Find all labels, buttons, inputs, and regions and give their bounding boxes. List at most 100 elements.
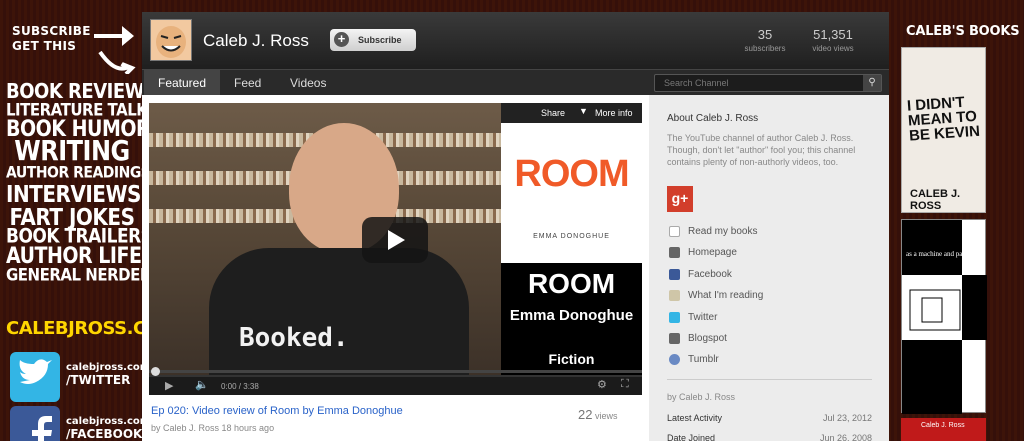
book-cover-kevin[interactable]: I DIDN'T MEAN TO BE KEVIN CALEB J. ROSS	[901, 47, 986, 213]
book-cover: ROOM EMMA DONOGHUE	[501, 123, 642, 263]
subscribe-label: Subscribe	[358, 35, 402, 45]
channel-panel: Caleb J. Ross + Subscribe 35 subscribers…	[142, 12, 889, 441]
subscribe-text: SUBSCRIBE	[12, 24, 91, 38]
view-label: views	[594, 411, 618, 421]
book-cover-third[interactable]: Caleb J. Ross	[901, 418, 986, 441]
book1-title: I DIDN'T MEAN TO BE KEVIN	[906, 93, 981, 145]
date-joined-row: Date Joined Jun 26, 2008	[667, 433, 872, 441]
view-count: 22	[578, 407, 593, 422]
book-overlay: ROOM EMMA DONOGHUE ROOM Emma Donoghue Fi…	[501, 103, 642, 375]
overlay-author: Emma Donoghue	[509, 307, 634, 324]
left-promo-banner: SUBSCRIBE GET THIS BOOK REVIEWS LITERATU…	[0, 0, 178, 441]
cover-author: EMMA DONOGHUE	[533, 233, 610, 240]
subscriber-label: subscribers	[744, 44, 786, 53]
search-input[interactable]: Search Channel ⚲	[654, 74, 882, 92]
link-icon	[669, 333, 680, 344]
facebook-line1: calebjross.com	[66, 416, 151, 427]
video-frame: Booked.	[149, 103, 501, 378]
book-cover-machine[interactable]: as a machine and parts	[901, 219, 987, 414]
video-views-count: 51,351	[813, 27, 853, 42]
link-twitter[interactable]: Twitter	[669, 312, 717, 326]
book3-title: Caleb J. Ross	[921, 422, 965, 429]
play-icon[interactable]: ▶	[165, 379, 173, 392]
link-facebook[interactable]: Facebook	[669, 269, 732, 283]
presenter-shirt	[209, 248, 469, 378]
book2-title: as a machine and parts	[906, 250, 970, 258]
facebook-line2: /FACEBOOK	[66, 427, 143, 441]
link-homepage[interactable]: Homepage	[669, 247, 737, 261]
goodreads-icon	[669, 290, 680, 301]
link-read-my-books[interactable]: Read my books	[669, 226, 757, 240]
divider	[667, 379, 872, 380]
facebook-promo[interactable]: calebjross.com/FACEBOOK	[10, 406, 150, 441]
subscriber-count: 35	[757, 27, 773, 42]
link-what-im-reading[interactable]: What I'm reading	[669, 290, 763, 304]
overlay-category: Fiction	[548, 351, 595, 367]
google-plus-icon[interactable]: g+	[667, 186, 693, 212]
player-controls: ▶ 🔈 0:00 / 3:38 ⚙ ⛶	[149, 367, 642, 395]
cover-title-text: ROOM	[514, 153, 629, 195]
book1-author: CALEB J. ROSS	[910, 188, 961, 212]
amazon-icon	[669, 226, 680, 237]
about-by: by Caleb J. Ross	[667, 392, 736, 402]
tab-feed[interactable]: Feed	[220, 70, 275, 96]
link-blogspot[interactable]: Blogspot	[669, 333, 727, 347]
about-sidebar: About Caleb J. Ross The YouTube channel …	[649, 95, 889, 441]
shirt-text: Booked.	[239, 323, 349, 353]
twitter-small-icon	[669, 312, 680, 323]
views-stat: 51,351 video views	[808, 27, 858, 53]
facebook-icon	[10, 406, 60, 441]
more-info-button[interactable]: More info	[595, 108, 633, 118]
video-title[interactable]: Ep 020: Video review of Room by Emma Don…	[151, 405, 636, 417]
tab-videos[interactable]: Videos	[276, 70, 340, 96]
latest-activity-value: Jul 23, 2012	[822, 413, 872, 423]
view-counter: 22 views	[578, 407, 618, 422]
link-tumblr[interactable]: Tumblr	[669, 354, 719, 368]
twitter-promo[interactable]: calebjross.com/TWITTER	[10, 352, 150, 402]
facebook-small-icon	[669, 269, 680, 280]
cover-title: ROOM	[501, 153, 642, 196]
volume-icon[interactable]: 🔈	[195, 378, 209, 391]
progress-handle[interactable]	[151, 367, 160, 376]
twitter-line1: calebjross.com	[66, 362, 151, 373]
get-this-text: GET THIS	[12, 39, 77, 53]
channel-name[interactable]: Caleb J. Ross	[203, 31, 309, 51]
video-views-label: video views	[812, 44, 854, 53]
settings-icon[interactable]: ⚙	[597, 378, 607, 391]
arrow-icon	[94, 26, 136, 74]
subscribe-button[interactable]: + Subscribe	[330, 29, 416, 51]
right-books-banner: CALEB'S BOOKS I DIDN'T MEAN TO BE KEVIN …	[896, 0, 1024, 441]
video-meta: by Caleb J. Ross 18 hours ago	[151, 423, 275, 433]
featured-content: Booked. ROOM EMMA DONOGHUE ROOM Emma Don…	[142, 95, 889, 441]
fullscreen-icon[interactable]: ⛶	[621, 378, 629, 391]
play-button[interactable]	[362, 217, 428, 263]
channel-header: Caleb J. Ross + Subscribe 35 subscribers…	[142, 12, 889, 69]
more-info-icon[interactable]: ▼	[579, 106, 588, 116]
avatar[interactable]	[150, 19, 192, 61]
about-heading: About Caleb J. Ross	[667, 113, 759, 124]
channel-nav: Featured Feed Videos Search Channel ⚲	[142, 69, 889, 96]
video-description: Ep 020: Video review of Room by Emma Don…	[151, 405, 636, 433]
subscriber-stat: 35 subscribers	[742, 27, 788, 53]
search-icon[interactable]: ⚲	[863, 75, 881, 91]
topic-item: GENERAL NERDERY	[6, 264, 161, 286]
search-placeholder: Search Channel	[664, 78, 729, 88]
topic-list: BOOK REVIEWS LITERATURE TALK BOOK HUMOR …	[6, 81, 161, 286]
books-title: CALEB'S BOOKS	[906, 24, 1020, 39]
twitter-icon	[10, 352, 60, 402]
tab-featured[interactable]: Featured	[144, 70, 221, 96]
tumblr-icon	[669, 354, 680, 365]
video-player[interactable]: Booked. ROOM EMMA DONOGHUE ROOM Emma Don…	[149, 103, 642, 395]
share-button[interactable]: Share	[541, 108, 565, 118]
overlay-title: ROOM	[527, 268, 616, 299]
video-top-bar: Share ▼ More info	[501, 103, 642, 123]
time-display: 0:00 / 3:38	[221, 382, 259, 391]
topic-item: WRITING	[14, 134, 130, 168]
date-joined-value: Jun 26, 2008	[819, 433, 872, 441]
about-text: The YouTube channel of author Caleb J. R…	[667, 133, 856, 167]
progress-bar[interactable]	[149, 370, 642, 373]
latest-activity-row: Latest Activity Jul 23, 2012	[667, 413, 872, 423]
twitter-line2: /TWITTER	[66, 373, 131, 387]
plus-icon: +	[334, 32, 349, 47]
link-icon	[669, 247, 680, 258]
